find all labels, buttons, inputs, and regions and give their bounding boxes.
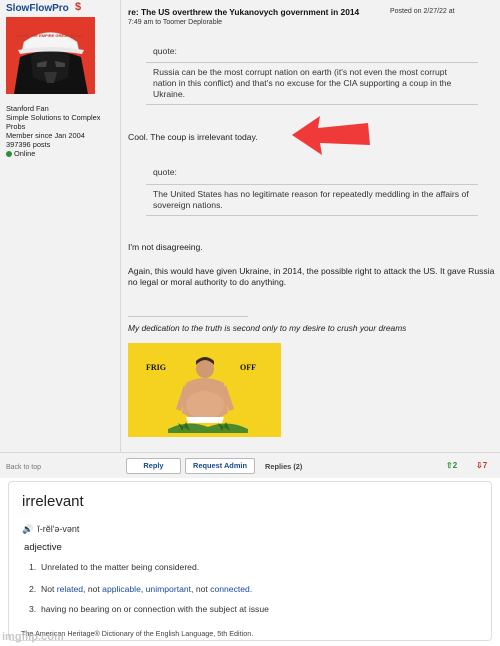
thumbs-down-icon: ⇩	[476, 461, 483, 470]
online-status: Online	[6, 149, 118, 158]
author-column: SlowFlowPro $ MAKE THE EMPIRE GREAT AGAI…	[0, 0, 121, 452]
online-dot-icon	[6, 151, 12, 158]
post-footer: Back to top Reply Request Admin Replies …	[0, 452, 500, 478]
author-username[interactable]: SlowFlowPro	[6, 3, 69, 14]
online-status-label: Online	[14, 149, 36, 158]
downvote-count: 7	[482, 461, 488, 470]
pronunciation: 🔊 ĭ-rĕl′ə-vənt	[22, 524, 79, 535]
post-title[interactable]: re: The US overthrew the Yukanovych gove…	[128, 7, 388, 17]
dictionary-headword: irrelevant	[22, 493, 84, 510]
red-arrow-icon	[292, 116, 370, 155]
replies-count[interactable]: Replies (2)	[265, 462, 302, 471]
part-of-speech: adjective	[24, 542, 62, 553]
forum-post: SlowFlowPro $ MAKE THE EMPIRE GREAT AGAI…	[0, 0, 500, 478]
upvote-button[interactable]: ⇧2	[446, 461, 457, 470]
quote-label: quote:	[153, 46, 177, 56]
reply-text: Again, this would have given Ukraine, in…	[128, 266, 495, 287]
quote-block: Russia can be the most corrupt nation on…	[146, 62, 478, 105]
request-admin-button[interactable]: Request Admin	[185, 458, 255, 474]
dictionary-card: irrelevant 🔊 ĭ-rĕl′ə-vənt adjective 1. Unr…	[8, 481, 492, 641]
link-unimportant[interactable]: unimportant	[146, 584, 191, 594]
avatar[interactable]: MAKE THE EMPIRE GREAT AGAIN	[6, 17, 95, 94]
shirtless-man-icon	[168, 357, 248, 433]
signature-divider	[128, 316, 248, 317]
link-related[interactable]: related	[57, 584, 83, 594]
post-time: 7:49 am to Toomer Deplorable	[128, 19, 223, 26]
author-meta-line: 397396 posts	[6, 140, 51, 149]
definition-sense-3: 3. having no bearing on or connection wit…	[29, 604, 269, 614]
author-meta-line: Member since Jan 2004	[6, 131, 85, 140]
quote-block: The United States has no legitimate reas…	[146, 184, 478, 216]
signature: My dedication to the truth is second onl…	[128, 323, 407, 333]
reply-button[interactable]: Reply	[126, 458, 181, 474]
back-to-top-link[interactable]: Back to top	[6, 464, 41, 471]
link-applicable[interactable]: applicable	[102, 584, 141, 594]
author-meta-line: Stanford Fan	[6, 104, 49, 113]
definition-sense-1: 1. Unrelated to the matter being consider…	[29, 562, 200, 572]
frig-off-flag-image: FRIG OFF	[128, 343, 281, 437]
quote-label: quote:	[153, 167, 177, 177]
author-meta-line: Simple Solutions to Complex Probs	[6, 113, 101, 131]
link-connected[interactable]: connected	[210, 584, 250, 594]
definition-sense-2: 2. Not related, not applicable, unimporta…	[29, 584, 253, 594]
pronunciation-text: ĭ-rĕl′ə-vənt	[37, 524, 80, 534]
imgflip-watermark: imgflip.com	[2, 631, 64, 643]
speaker-icon[interactable]: 🔊	[22, 524, 33, 535]
post-date: Posted on 2/27/22 at	[390, 8, 455, 15]
hat-text: MAKE THE EMPIRE GREAT AGAIN	[17, 33, 83, 38]
upvote-count: 2	[452, 461, 458, 470]
thumbs-up-icon: ⇧	[446, 461, 453, 470]
dollar-badge-icon: $	[75, 1, 82, 13]
downvote-button[interactable]: ⇩7	[476, 461, 487, 470]
reply-text: I'm not disagreeing.	[128, 242, 203, 252]
author-meta: Stanford Fan Simple Solutions to Complex…	[6, 104, 118, 158]
